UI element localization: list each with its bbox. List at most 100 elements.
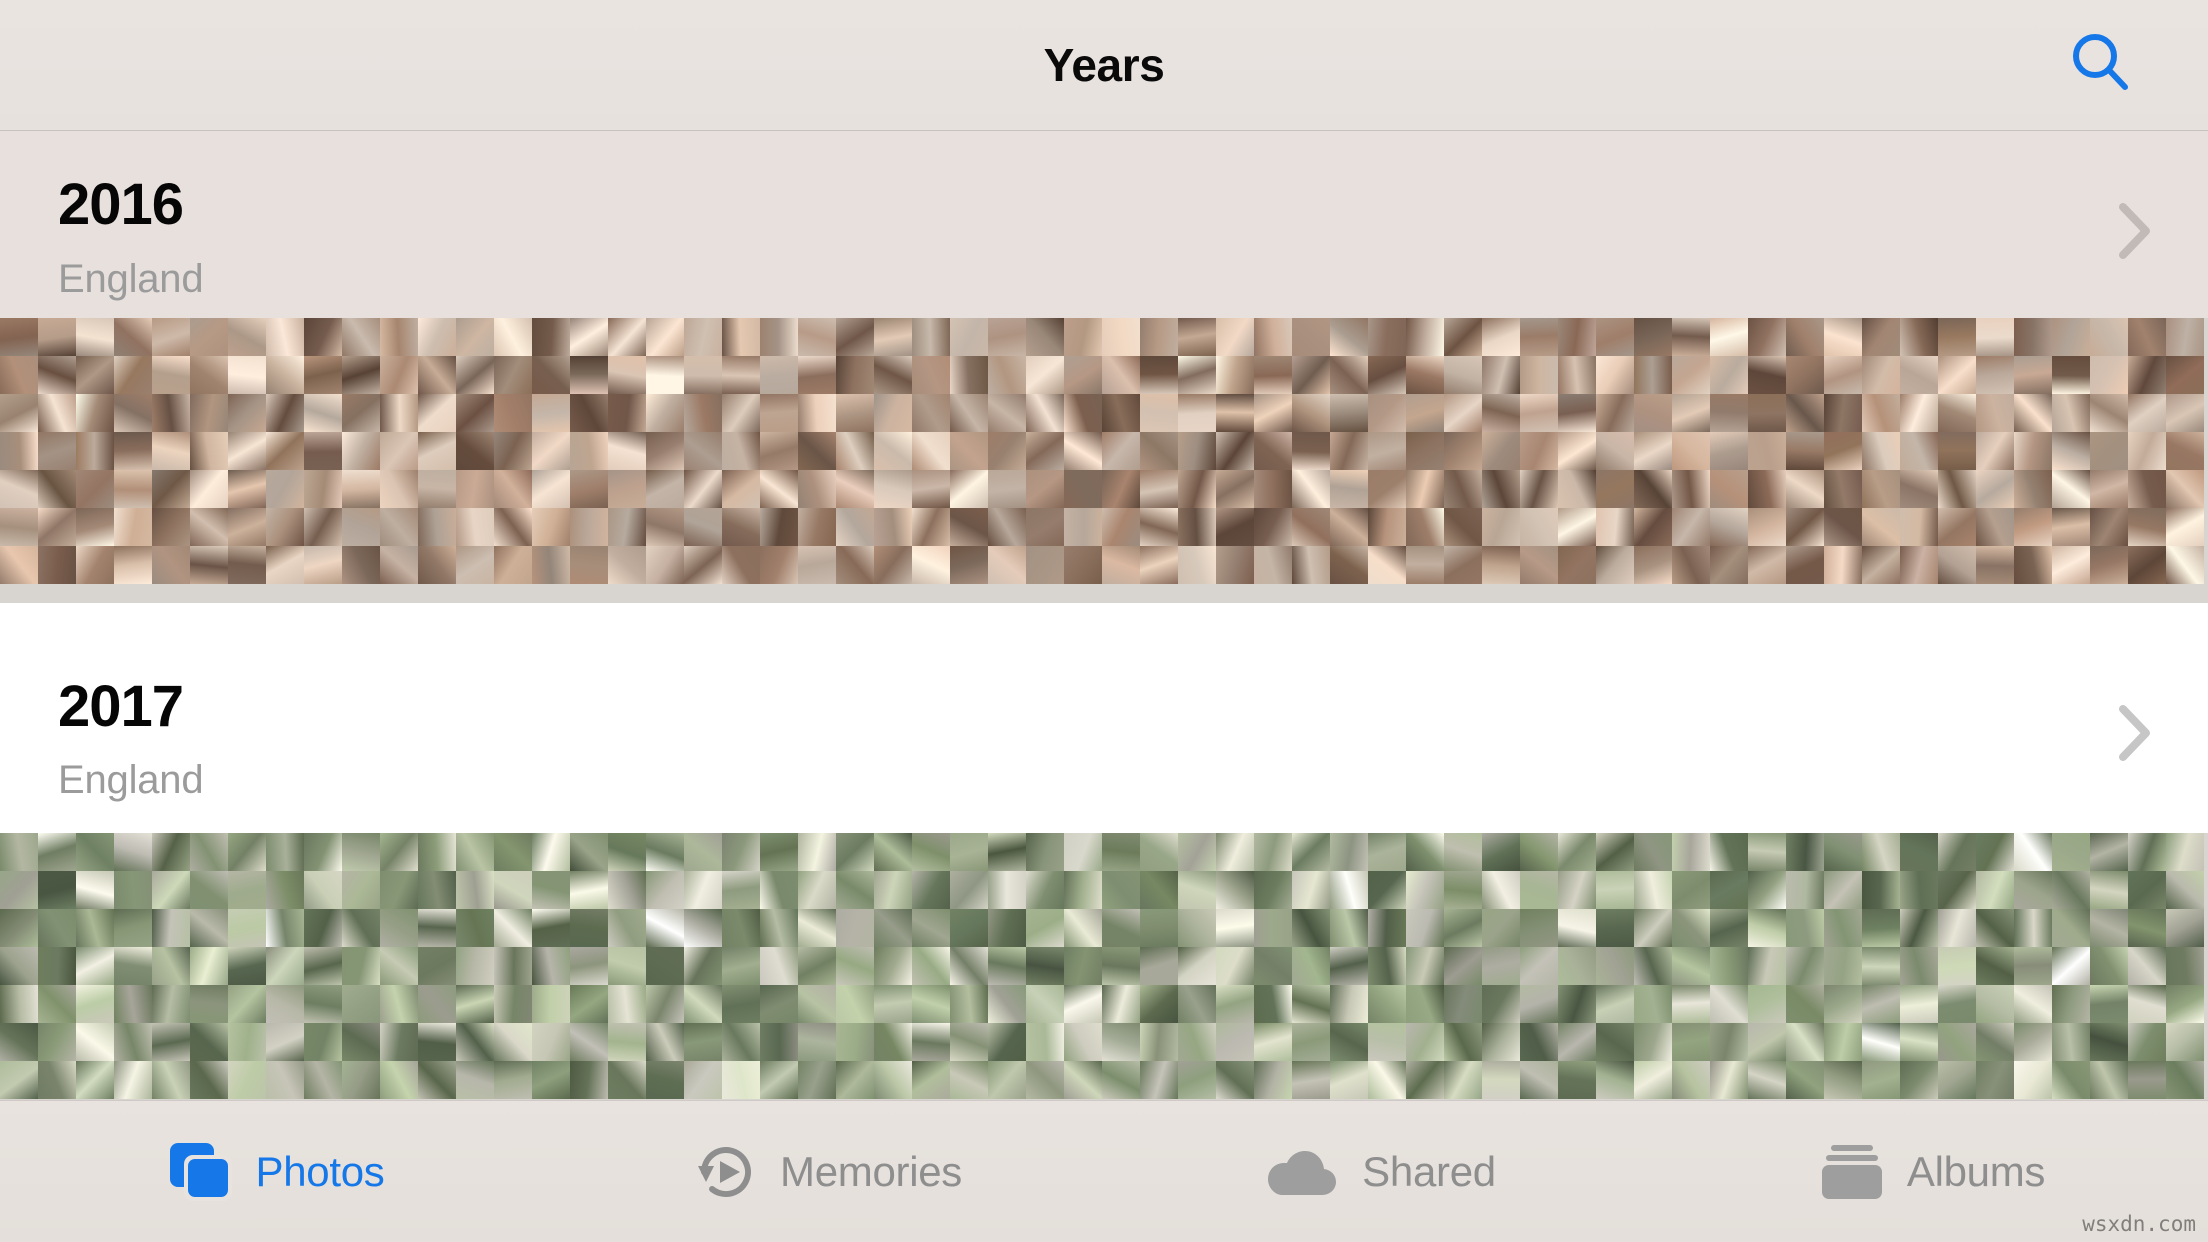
photo-thumbnail [988,470,1026,508]
photo-thumbnail [1824,909,1862,947]
photo-thumbnail [1824,356,1862,394]
photo-thumbnail [1178,432,1216,470]
photo-thumbnail [1368,947,1406,985]
photo-thumbnail [2052,432,2090,470]
tab-shared[interactable]: Shared [1104,1101,1656,1242]
photo-thumbnail [1938,947,1976,985]
photo-mosaic-2016[interactable] [0,318,2208,603]
photo-thumbnail [190,947,228,985]
year-header-2016[interactable]: 2016 England [0,131,2208,318]
photo-thumbnail [2166,947,2204,985]
photo-thumbnail [38,1023,76,1061]
photo-thumbnail [1406,432,1444,470]
photo-thumbnail [1862,871,1900,909]
photo-thumbnail [2090,394,2128,432]
photo-thumbnail [2090,470,2128,508]
photo-thumbnail [570,1061,608,1099]
photo-thumbnail [228,1061,266,1099]
photo-thumbnail [152,909,190,947]
photo-thumbnail [1862,470,1900,508]
photo-thumbnail [532,470,570,508]
photo-thumbnail [760,432,798,470]
photo-thumbnail [1368,909,1406,947]
photo-thumbnail [2014,394,2052,432]
photo-thumbnail [684,318,722,356]
photo-thumbnail [1216,833,1254,871]
photo-thumbnail [1786,356,1824,394]
photo-thumbnail [1368,985,1406,1023]
photo-thumbnail [1558,470,1596,508]
photo-thumbnail [2014,318,2052,356]
photo-thumbnail [1330,833,1368,871]
photo-thumbnail [1368,318,1406,356]
photo-thumbnail [1938,356,1976,394]
photo-thumbnail [1482,871,1520,909]
photo-thumbnail [1330,909,1368,947]
photo-thumbnail [684,394,722,432]
photo-thumbnail [684,833,722,871]
photo-thumbnail [798,508,836,546]
photo-thumbnail [2014,985,2052,1023]
photo-thumbnail [1786,394,1824,432]
photo-thumbnail [1254,318,1292,356]
photo-thumbnail [1710,909,1748,947]
photo-thumbnail [1178,909,1216,947]
photo-thumbnail [456,432,494,470]
photo-thumbnail [570,985,608,1023]
photo-thumbnail [1026,470,1064,508]
photo-thumbnail [1862,1061,1900,1099]
photo-thumbnail [1748,1061,1786,1099]
search-icon[interactable] [2046,8,2156,118]
tab-memories[interactable]: Memories [552,1101,1104,1242]
photo-thumbnail [1520,947,1558,985]
photo-thumbnail [418,432,456,470]
photo-thumbnail [798,1061,836,1099]
year-header-2017[interactable]: 2017 England [0,603,2208,833]
photo-thumbnail [1862,1023,1900,1061]
photo-thumbnail [988,432,1026,470]
photo-thumbnail [1444,546,1482,584]
photo-thumbnail [874,432,912,470]
year-location: England [58,758,204,802]
photo-thumbnail [1216,508,1254,546]
photo-thumbnail [760,470,798,508]
photo-thumbnail [1938,909,1976,947]
photo-thumbnail [874,1023,912,1061]
photo-thumbnail [1444,356,1482,394]
photo-thumbnail [2128,871,2166,909]
photo-thumbnail [304,985,342,1023]
photo-thumbnail [190,394,228,432]
photo-thumbnail [836,947,874,985]
photo-thumbnail [456,909,494,947]
photo-thumbnail [418,508,456,546]
photo-thumbnail [570,1023,608,1061]
photo-thumbnail [722,909,760,947]
photo-thumbnail [380,909,418,947]
photo-thumbnail [1634,470,1672,508]
photo-thumbnail [1824,1061,1862,1099]
photo-thumbnail [646,1061,684,1099]
chevron-right-icon[interactable] [2118,201,2152,261]
year-title: 2017 [58,674,184,739]
photo-mosaic-2017[interactable] [0,833,2208,1100]
photo-thumbnail [2166,1061,2204,1099]
photo-thumbnail [912,871,950,909]
photo-thumbnail [76,909,114,947]
photo-thumbnail [0,985,38,1023]
tab-photos[interactable]: Photos [0,1101,552,1242]
photo-thumbnail [988,871,1026,909]
photo-thumbnail [1596,1061,1634,1099]
photo-thumbnail [2052,985,2090,1023]
photo-thumbnail [912,394,950,432]
photo-thumbnail [2014,871,2052,909]
photo-thumbnail [760,1061,798,1099]
chevron-right-icon[interactable] [2118,703,2152,763]
year-section-2017: 2017 England [0,603,2208,1100]
photo-thumbnail [1406,947,1444,985]
photo-thumbnail [912,318,950,356]
photo-thumbnail [494,432,532,470]
photo-thumbnail [1748,947,1786,985]
photo-thumbnail [2014,470,2052,508]
photo-thumbnail [798,318,836,356]
photo-thumbnail [950,985,988,1023]
